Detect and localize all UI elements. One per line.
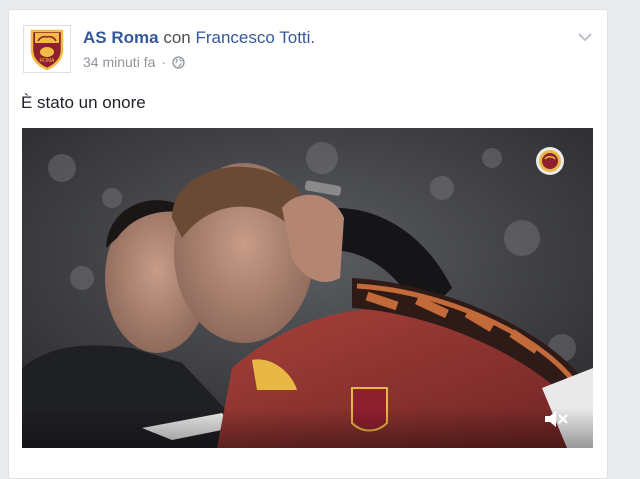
video-frame-image [22, 128, 593, 448]
roma-watermark-icon [535, 146, 565, 176]
post-card: ROMA AS Roma con Francesco Totti. 34 min… [8, 9, 608, 479]
timestamp-link[interactable]: 34 minuti fa [83, 54, 155, 70]
post-meta: 34 minuti fa · [83, 54, 185, 70]
post-header-line: AS Roma con Francesco Totti. [83, 27, 315, 49]
meta-separator: · [161, 54, 167, 70]
video-controls-gradient [22, 408, 593, 448]
author-name-link[interactable]: AS Roma [83, 28, 159, 47]
mute-toggle-button[interactable] [529, 396, 583, 442]
globe-icon[interactable] [172, 55, 185, 69]
page-avatar[interactable]: ROMA [23, 25, 71, 73]
video-player[interactable] [22, 128, 593, 448]
mute-icon [545, 411, 568, 427]
tagged-person-link[interactable]: Francesco Totti. [195, 28, 315, 47]
as-roma-logo-icon: ROMA [30, 29, 64, 70]
post-text: È stato un onore [21, 93, 146, 112]
post-options-chevron-down-icon[interactable] [577, 30, 593, 42]
with-connector: con [163, 28, 191, 47]
svg-text:ROMA: ROMA [40, 58, 56, 64]
